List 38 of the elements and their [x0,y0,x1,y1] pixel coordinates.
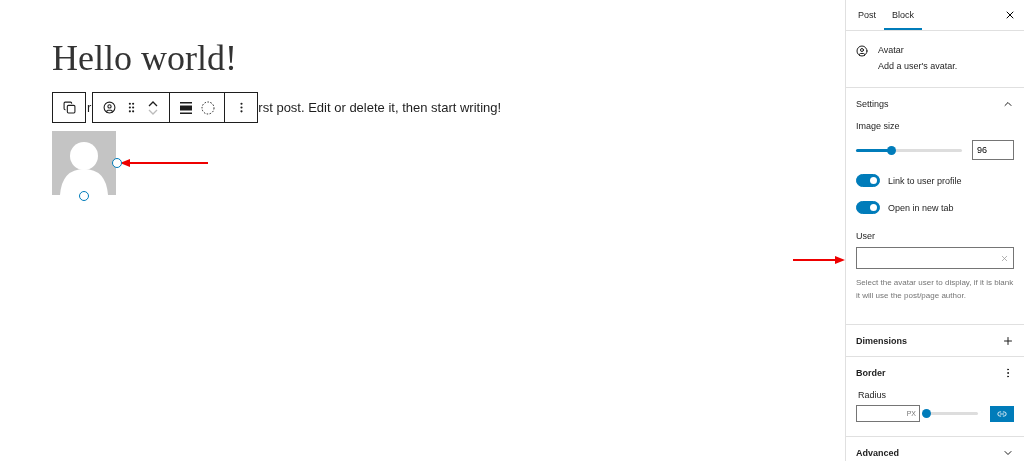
user-circle-icon [102,101,116,114]
help-text: Select the avatar user to display, if it is blank it will use the post/page author. [856,277,1014,302]
plus-icon [1002,334,1014,347]
dashed-circle-icon [201,100,216,115]
annotation-arrow [793,255,845,265]
block-name: Avatar [878,45,905,55]
radius-label: Radius [858,390,887,400]
dimensions-panel-header[interactable]: Dimensions [856,325,1014,356]
link-icon [997,408,1007,419]
avatar-placeholder-icon [52,131,116,195]
align-icon [180,101,193,114]
sidebar-tab[interactable]: Post [850,0,884,30]
border-panel-header[interactable]: Border [856,357,1014,388]
link-button[interactable] [990,405,1014,422]
close-icon [1004,9,1016,21]
slider-thumb[interactable] [886,145,896,155]
settings-panel-header[interactable]: Settings [856,88,1014,119]
resize-handle[interactable] [79,191,89,201]
sidebar-tab[interactable]: Block [884,0,923,30]
image-size-input[interactable]: 96 [972,140,1014,160]
user-label: User [856,231,876,241]
user-field[interactable] [856,247,1014,269]
slider-thumb[interactable] [922,409,931,418]
block-description: Add a user's avatar. [878,61,958,71]
toggle-switch[interactable] [856,201,880,214]
parent-block-icon [62,101,76,114]
image-size-label: Image size [856,121,901,131]
toggle-switch[interactable] [856,174,880,187]
paragraph-text: rst post. Edit or delete it, then start writing! [258,100,502,115]
user-circle-icon [856,45,868,57]
toggle-label: Open in new tab [888,202,954,213]
toggle-label: Link to user profile [888,175,962,186]
post-title[interactable]: Hello world! [52,36,845,80]
slider-track[interactable] [856,148,962,152]
resize-handle[interactable] [112,158,122,168]
advanced-panel-header[interactable]: Advanced [856,437,1014,461]
close-button[interactable] [1004,9,1016,21]
paragraph-text: r [86,100,93,115]
